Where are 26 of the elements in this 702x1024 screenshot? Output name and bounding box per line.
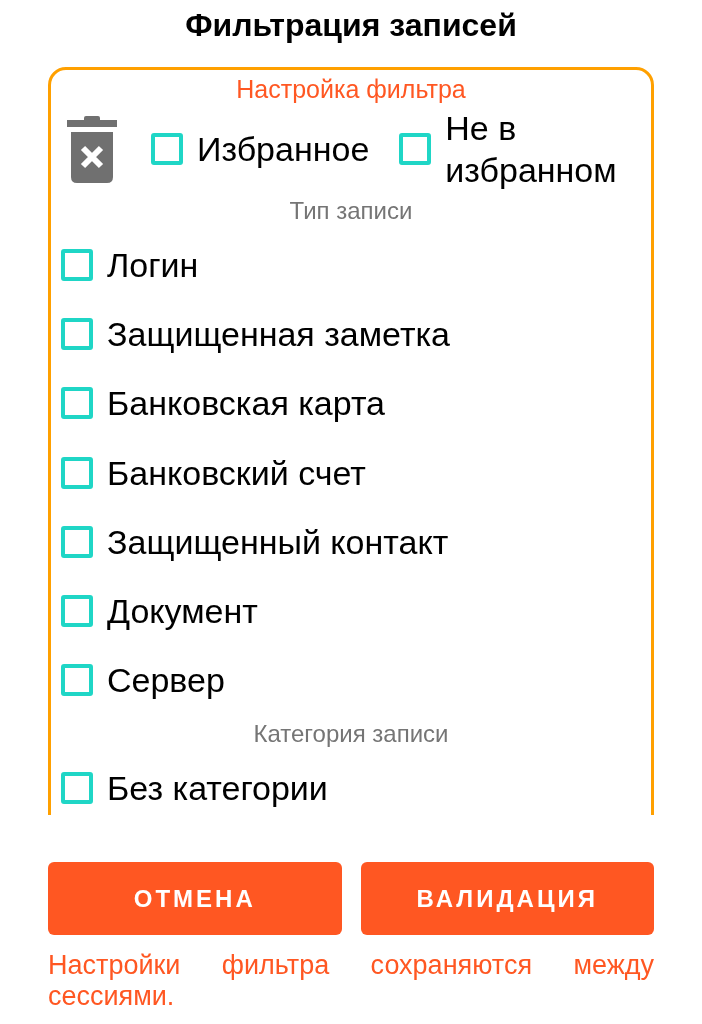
checkbox[interactable] [399,133,432,165]
checkbox-label[interactable]: Сервер [107,659,225,702]
checkbox-label[interactable]: Защищенная заметка [107,312,450,355]
checkbox-label[interactable]: Защищенный контакт [107,520,449,563]
checkbox-label[interactable]: Избранное [197,128,370,170]
checkbox[interactable] [61,317,93,350]
panel-legend: Настройка фильтра [61,72,641,106]
checkbox[interactable] [151,133,183,165]
section-heading: Тип записи [288,196,414,226]
checkbox-label[interactable]: Без категории [107,766,328,809]
checkbox-label[interactable]: Документ [107,590,258,633]
checkbox[interactable] [61,595,93,628]
section-heading: Категория записи [252,719,450,750]
checkbox-label[interactable]: Не в избранном [445,107,641,191]
footer-note: Настройки фильтра сохраняются между сессиями. [48,950,654,1012]
checkbox[interactable] [61,248,93,281]
checkbox[interactable] [61,664,93,697]
checkbox-label[interactable]: Банковская карта [107,382,386,425]
checkbox[interactable] [61,456,93,489]
trash-icon[interactable] [67,115,117,183]
checkbox[interactable] [61,771,93,804]
checkbox[interactable] [61,525,93,558]
checkbox-label[interactable]: Логин [107,243,199,286]
dialog-title: Фильтрация записей [184,6,518,45]
checkbox[interactable] [61,387,93,420]
checkbox-label[interactable]: Банковский счет [107,451,366,494]
